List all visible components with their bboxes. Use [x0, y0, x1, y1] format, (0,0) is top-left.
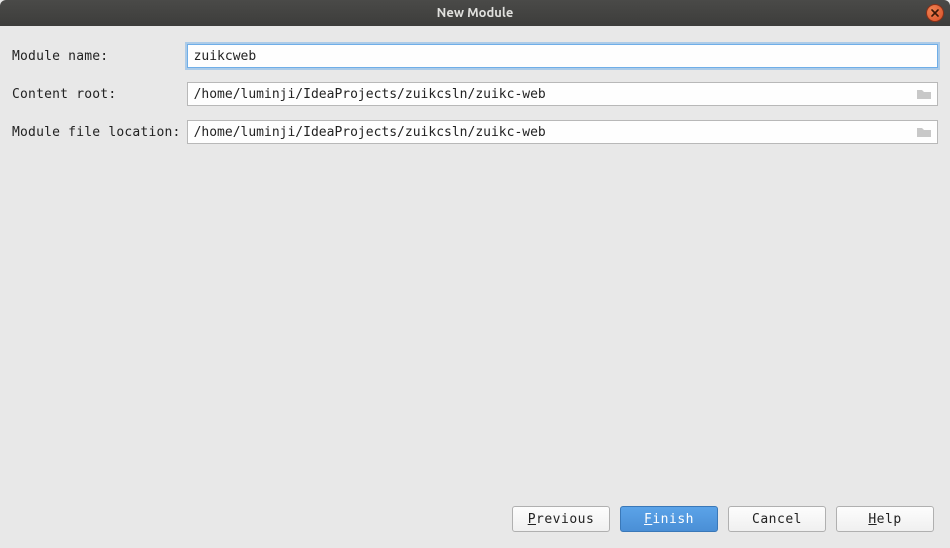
folder-icon[interactable] [916, 87, 932, 101]
content-root-input[interactable] [187, 82, 938, 106]
module-file-location-label: Module file location: [12, 125, 181, 140]
cancel-text: Cancel [752, 512, 802, 527]
titlebar: New Module [0, 0, 950, 26]
help-button[interactable]: Help [836, 506, 934, 532]
form-grid: Module name: Content root: Module file l… [12, 44, 938, 144]
new-module-dialog: New Module Module name: Content root: Mo… [0, 0, 950, 548]
module-name-input[interactable] [187, 44, 938, 68]
mnemonic-h: H [868, 512, 876, 527]
close-icon [931, 9, 939, 17]
window-title: New Module [437, 6, 514, 20]
module-file-location-input-wrap [187, 120, 938, 144]
finish-text: inish [652, 512, 694, 527]
previous-button[interactable]: Previous [512, 506, 610, 532]
folder-icon[interactable] [916, 125, 932, 139]
module-name-input-wrap [187, 44, 938, 68]
content-root-label: Content root: [12, 87, 181, 102]
dialog-content: Module name: Content root: Module file l… [0, 26, 950, 548]
close-button[interactable] [926, 4, 944, 22]
module-file-location-input[interactable] [187, 120, 938, 144]
mnemonic-p: P [528, 512, 536, 527]
previous-text: revious [536, 512, 594, 527]
module-name-label: Module name: [12, 49, 181, 64]
finish-button[interactable]: Finish [620, 506, 718, 532]
spacer [12, 144, 938, 498]
cancel-button[interactable]: Cancel [728, 506, 826, 532]
help-text: elp [877, 512, 902, 527]
content-root-input-wrap [187, 82, 938, 106]
button-bar: Previous Finish Cancel Help [12, 498, 938, 538]
